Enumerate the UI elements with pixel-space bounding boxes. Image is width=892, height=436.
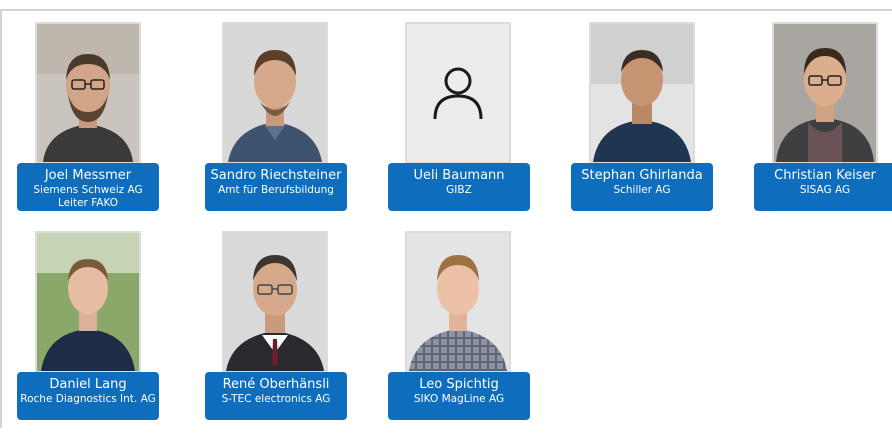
portrait-image [774, 24, 876, 162]
person-photo [222, 231, 328, 373]
person-company: GIBZ [446, 184, 472, 196]
person-name: Daniel Lang [49, 377, 127, 392]
person-company: SIKO MagLine AG [413, 393, 505, 405]
portrait-image [37, 233, 139, 371]
person-name: René Oberhänsli [222, 377, 330, 392]
person-label: Ueli Baumann GIBZ [388, 163, 530, 211]
person-label: Christian Keiser SISAG AG [754, 163, 892, 211]
frame-left-border [0, 9, 2, 428]
person-photo [222, 22, 328, 164]
portrait-image [37, 24, 139, 162]
portrait-image [407, 233, 509, 371]
person-name: Stephan Ghirlanda [581, 168, 703, 183]
person-card-stephan-ghirlanda[interactable]: Stephan Ghirlanda Schiller AG [571, 22, 713, 227]
person-label: René Oberhänsli S-TEC electronics AG [205, 372, 347, 420]
person-card-rene-oberhaensli[interactable]: René Oberhänsli S-TEC electronics AG [205, 231, 347, 436]
portrait-image [591, 24, 693, 162]
person-photo [35, 22, 141, 164]
person-label: Daniel Lang Roche Diagnostics Int. AG [17, 372, 159, 420]
person-photo [35, 231, 141, 373]
person-label: Joel Messmer Siemens Schweiz AG Leiter F… [17, 163, 159, 211]
person-photo [405, 22, 511, 164]
person-company: Roche Diagnostics Int. AG [20, 393, 156, 405]
person-company: Amt für Berufsbildung [218, 184, 334, 196]
person-name: Leo Spichtig [419, 377, 499, 392]
person-company: Schiller AG [613, 184, 671, 196]
user-placeholder-icon [407, 24, 509, 162]
person-card-ueli-baumann[interactable]: Ueli Baumann GIBZ [388, 22, 530, 227]
person-photo [405, 231, 511, 373]
person-name: Joel Messmer [44, 168, 132, 183]
person-label: Sandro Riechsteiner Amt für Berufsbildun… [205, 163, 347, 211]
person-company: Siemens Schweiz AG [33, 184, 143, 196]
person-company: SISAG AG [799, 184, 851, 196]
person-label: Leo Spichtig SIKO MagLine AG [388, 372, 530, 420]
person-name: Ueli Baumann [413, 168, 505, 183]
person-role: Leiter FAKO [57, 197, 119, 209]
person-label: Stephan Ghirlanda Schiller AG [571, 163, 713, 211]
person-card-christian-keiser[interactable]: Christian Keiser SISAG AG [754, 22, 892, 227]
portrait-image [224, 233, 326, 371]
person-card-joel-messmer[interactable]: Joel Messmer Siemens Schweiz AG Leiter F… [17, 22, 159, 227]
person-card-daniel-lang[interactable]: Daniel Lang Roche Diagnostics Int. AG [17, 231, 159, 436]
person-company: S-TEC electronics AG [221, 393, 331, 405]
frame-top-border [0, 9, 892, 11]
person-photo [772, 22, 878, 164]
person-name: Sandro Riechsteiner [210, 168, 342, 183]
person-photo [589, 22, 695, 164]
person-card-leo-spichtig[interactable]: Leo Spichtig SIKO MagLine AG [388, 231, 530, 436]
portrait-image [224, 24, 326, 162]
person-name: Christian Keiser [774, 168, 876, 183]
person-card-sandro-riechsteiner[interactable]: Sandro Riechsteiner Amt für Berufsbildun… [205, 22, 347, 227]
